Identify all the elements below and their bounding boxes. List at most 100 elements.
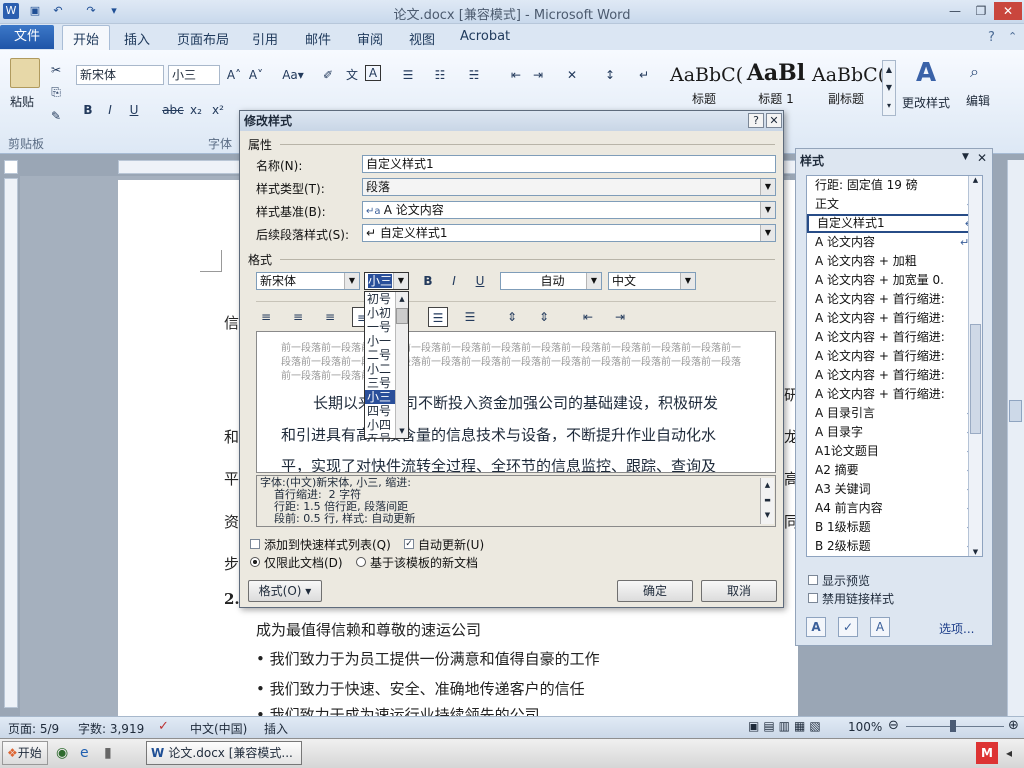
tab-file[interactable]: 文件 (0, 25, 54, 49)
style-item[interactable]: A 论文内容 + 首行缩进: (807, 385, 982, 404)
auto-update-label[interactable]: 自动更新(U) (418, 536, 484, 553)
zoom-in-icon[interactable]: ⊕ (1008, 718, 1019, 733)
new-style-icon[interactable]: A (806, 617, 826, 637)
app-quicklaunch-icon[interactable]: ▮ (104, 745, 112, 761)
copy-icon[interactable]: ⎘ (46, 82, 66, 102)
increase-indent-icon[interactable]: ⇥ (528, 65, 548, 85)
show-preview-label[interactable]: 显示预览 (822, 572, 870, 589)
disable-linked-checkbox[interactable] (808, 593, 818, 603)
show-preview-checkbox[interactable] (808, 575, 818, 585)
style-item[interactable]: A2 摘要↵ (807, 461, 982, 480)
tray-expand-icon[interactable]: ◂ (1006, 746, 1012, 760)
tab-page-layout[interactable]: 页面布局 (177, 29, 229, 48)
style-item[interactable]: A 论文内容 + 首行缩进: (807, 347, 982, 366)
script-select[interactable]: 中文 ▼ (608, 272, 696, 290)
edit-label[interactable]: 编辑 (966, 92, 990, 109)
minimize-ribbon-icon[interactable]: ⌃ (1008, 30, 1017, 43)
strikethrough-icon[interactable]: abc (160, 100, 186, 120)
format-painter-icon[interactable]: ✎ (46, 106, 66, 126)
add-quick-style-checkbox[interactable] (250, 539, 260, 549)
underline-icon[interactable]: U (470, 271, 490, 291)
auto-update-checkbox[interactable]: ✓ (404, 539, 414, 549)
space-after-icon[interactable]: ⇕ (534, 307, 554, 327)
font-select[interactable]: 新宋体 ▼ (256, 272, 360, 290)
taskbar-item-word[interactable]: W 论文.docx [兼容模式... (146, 741, 302, 765)
align-center-icon[interactable]: ≡ (288, 307, 308, 327)
style-item[interactable]: A1论文题目↵ (807, 442, 982, 461)
change-styles-icon[interactable]: A (906, 58, 946, 88)
style-item[interactable]: A 论文内容↵a (807, 233, 982, 252)
style-item[interactable]: A 目录字↵ (807, 423, 982, 442)
scrollbar-thumb[interactable] (1009, 400, 1022, 422)
size-list-scrollbar[interactable]: ▲ ▼ (395, 292, 408, 438)
zoom-slider-thumb[interactable] (950, 720, 956, 732)
styles-list-scrollbar[interactable]: ▲ ▼ (968, 176, 982, 556)
decrease-indent-icon[interactable]: ⇤ (506, 65, 526, 85)
chinese-layout-icon[interactable]: ✕ (562, 65, 582, 85)
style-item[interactable]: 行距: 固定值 19 磅 (807, 176, 982, 195)
view-buttons-icon[interactable]: ▣▤▥▦▧ (748, 719, 838, 733)
multilevel-list-icon[interactable]: ☵ (464, 65, 484, 85)
find-icon[interactable]: ⌕ (970, 62, 979, 82)
only-this-document-radio[interactable] (250, 557, 260, 567)
bold-icon[interactable]: B (418, 271, 438, 291)
line-spacing-double-icon[interactable]: ☰ (460, 307, 480, 327)
size-list-thumb[interactable] (396, 308, 408, 324)
tab-mailings[interactable]: 邮件 (305, 29, 331, 48)
sort-icon[interactable]: ↕ (600, 65, 620, 85)
chevron-down-icon[interactable]: ▼ (586, 273, 601, 289)
ribbon-font-name-box[interactable]: 新宋体 (76, 65, 164, 85)
tab-home[interactable]: 开始 (62, 25, 111, 50)
vertical-ruler[interactable] (4, 178, 18, 708)
clear-format-icon[interactable]: ✐ (318, 65, 338, 85)
size-select[interactable]: 小三 ▼ (364, 272, 409, 290)
only-this-document-label[interactable]: 仅限此文档(D) (264, 554, 343, 571)
document-scrollbar[interactable] (1007, 160, 1024, 716)
style-item[interactable]: B 2级标题↵ (807, 537, 982, 556)
style-based-select[interactable]: ↵a A 论文内容 ▼ (362, 201, 776, 219)
tab-view[interactable]: 视图 (409, 29, 435, 48)
style-item[interactable]: A 论文内容 + 首行缩进: (807, 328, 982, 347)
tab-acrobat[interactable]: Acrobat (460, 29, 510, 44)
style-item-selected[interactable]: 自定义样式1↵ (807, 214, 982, 233)
italic-icon[interactable]: I (100, 100, 120, 120)
scroll-down-icon[interactable]: ▼ (969, 548, 982, 556)
status-words[interactable]: 字数: 3,919 (78, 720, 144, 737)
close-window-button[interactable]: ✕ (994, 2, 1022, 20)
chevron-down-icon[interactable]: ▼ (760, 179, 775, 195)
style-item[interactable]: A 论文内容 + 加粗 (807, 252, 982, 271)
cut-icon[interactable]: ✂ (46, 60, 66, 80)
chevron-down-icon[interactable]: ▼ (760, 202, 775, 218)
pane-menu-icon[interactable]: ▼ (962, 152, 969, 162)
space-before-icon[interactable]: ⇕ (502, 307, 522, 327)
proofing-icon[interactable]: ✓ (158, 719, 169, 734)
style-item[interactable]: A 论文内容 + 加宽量 0. (807, 271, 982, 290)
style-type-select[interactable]: 段落 ▼ (362, 178, 776, 196)
show-marks-icon[interactable]: ↵ (634, 65, 654, 85)
tab-references[interactable]: 引用 (252, 29, 278, 48)
show-desktop-icon[interactable]: ◉ (56, 745, 68, 761)
pane-close-icon[interactable]: ✕ (977, 151, 987, 165)
style-item[interactable]: A 论文内容 + 首行缩进: (807, 290, 982, 309)
options-link[interactable]: 选项... (939, 620, 974, 637)
italic-icon[interactable]: I (444, 271, 464, 291)
change-case-icon[interactable]: Aa▾ (280, 65, 306, 85)
char-border-icon[interactable]: A (365, 65, 381, 81)
description-scrollbar[interactable]: ▲ ▬ ▼ (760, 478, 774, 524)
style-name-input[interactable]: 自定义样式1 (362, 155, 776, 173)
chevron-down-icon[interactable]: ▼ (344, 273, 359, 289)
chevron-down-icon[interactable]: ▼ (760, 225, 775, 241)
start-button[interactable]: ❖开始 (2, 741, 48, 765)
quick-style-subtitle[interactable]: AaBbC( 副标题 (812, 58, 885, 114)
bullets-icon[interactable]: ☰ (398, 65, 418, 85)
phonetic-guide-icon[interactable]: 文 (342, 65, 362, 85)
template-new-documents-radio[interactable] (356, 557, 366, 567)
styles-list-thumb[interactable] (970, 324, 981, 434)
dialog-close-button[interactable]: ✕ (766, 113, 782, 128)
change-styles-label[interactable]: 更改样式 (902, 94, 950, 111)
status-language[interactable]: 中文(中国) (190, 720, 247, 737)
template-new-documents-label[interactable]: 基于该模板的新文档 (370, 554, 478, 571)
add-quick-style-label[interactable]: 添加到快速样式列表(Q) (264, 536, 391, 553)
style-item[interactable]: A4 前言内容↵ (807, 499, 982, 518)
tab-insert[interactable]: 插入 (124, 29, 150, 48)
